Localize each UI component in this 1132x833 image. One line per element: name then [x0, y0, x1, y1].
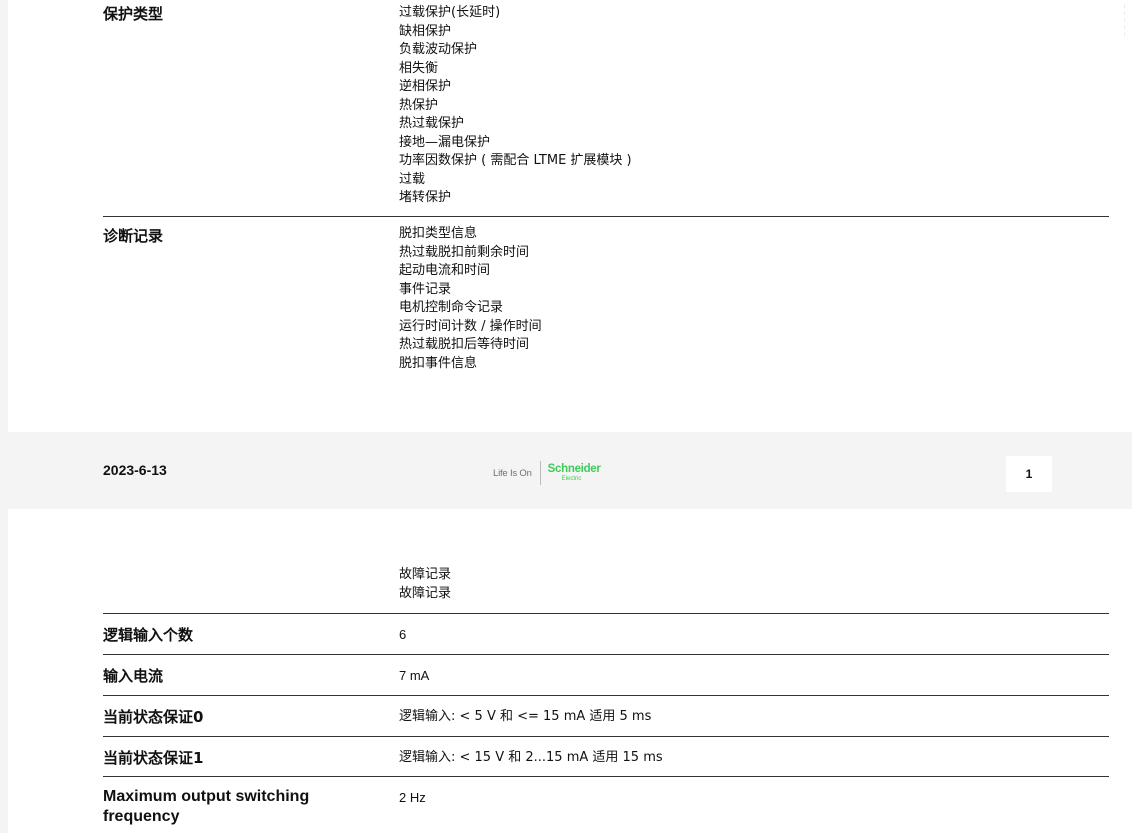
- list-item: 故障记录: [399, 567, 452, 582]
- list-item: 逆相保护: [399, 79, 452, 94]
- spec-row-fault-records-continued: 故障记录 故障记录: [103, 564, 1109, 614]
- spec-value: 7 mA: [399, 668, 430, 683]
- document-page-1: 保护类型 过载保护(长延时) 缺相保护 负载波动保护 相失衡 逆相保护 热保护 …: [8, 0, 1132, 432]
- list-item: 过载保护(长延时): [399, 5, 501, 20]
- spec-value: 逻辑输入: < 15 V 和 2...15 mA 适用 15 ms: [399, 750, 663, 765]
- spec-label: 逻辑输入个数: [103, 626, 194, 644]
- list-item: 脱扣事件信息: [399, 355, 478, 371]
- list-item: 热过载脱扣后等待时间: [399, 337, 530, 352]
- page-number: 1: [1006, 456, 1052, 492]
- spec-value-list: 脱扣类型信息 热过载脱扣前剩余时间 起动电流和时间 事件记录 电机控制命令记录 …: [399, 225, 542, 373]
- logo-brand: Schneider Electric: [548, 464, 601, 482]
- list-item: 脱扣类型信息: [399, 226, 478, 241]
- list-item: 热保护: [399, 97, 439, 113]
- spec-row-protection-types: 保护类型 过载保护(长延时) 缺相保护 负载波动保护 相失衡 逆相保护 热保护 …: [103, 0, 1109, 217]
- spec-label: 输入电流: [103, 667, 164, 685]
- list-item: 堵转保护: [399, 190, 452, 205]
- list-item: 起动电流和时间: [399, 263, 491, 278]
- spec-row: 当前状态保证0 逻辑输入: < 5 V 和 <= 15 mA 适用 5 ms: [103, 696, 1109, 737]
- logo-brand-name: Schneider: [547, 463, 601, 476]
- footer-date: 2023-6-13: [103, 462, 167, 478]
- logo-divider: [539, 461, 541, 485]
- list-item: 热过载保护: [399, 116, 465, 131]
- spec-row: 输入电流 7 mA: [103, 655, 1109, 696]
- spec-label: 保护类型: [103, 5, 164, 23]
- list-item: 事件记录: [399, 281, 452, 297]
- document-page-2: 故障记录 故障记录 逻辑输入个数 6 输入电流 7 mA 当前状态保证0 逻辑输…: [8, 509, 1132, 833]
- spec-row: 当前状态保证1 逻辑输入: < 15 V 和 2...15 mA 适用 15 m…: [103, 737, 1109, 777]
- spec-label: Maximum output switching frequency: [103, 788, 310, 825]
- list-item: 功率因数保护 ( 需配合 LTME 扩展模块 ): [399, 153, 632, 168]
- logo-brand-sub: Electric: [561, 475, 582, 482]
- list-item: 缺相保护: [399, 23, 452, 39]
- spec-value: 6: [399, 627, 407, 642]
- list-item: 过载: [399, 171, 426, 187]
- schneider-logo: Life Is On Schneider Electric: [493, 460, 601, 486]
- list-item: 相失衡: [399, 60, 439, 76]
- logo-tagline: Life Is On: [493, 467, 532, 479]
- spec-label: 当前状态保证1: [103, 749, 204, 767]
- list-item: 负载波动保护: [399, 42, 478, 57]
- spec-label: 当前状态保证0: [103, 708, 204, 726]
- spec-row: Maximum output switching frequency 2 Hz: [103, 777, 1109, 833]
- list-item: 接地—漏电保护: [399, 134, 491, 150]
- list-item: 故障记录: [399, 585, 452, 601]
- spec-value-list: 过载保护(长延时) 缺相保护 负载波动保护 相失衡 逆相保护 热保护 热过载保护…: [399, 4, 632, 208]
- spec-value: 2 Hz: [399, 790, 426, 805]
- spec-value-list: 故障记录 故障记录: [399, 566, 451, 603]
- spec-row: 逻辑输入个数 6: [103, 614, 1109, 655]
- list-item: 电机控制命令记录: [399, 300, 504, 315]
- spec-label: 诊断记录: [103, 227, 164, 245]
- list-item: 热过载脱扣前剩余时间: [399, 244, 530, 260]
- page-edge-artifact: ⁞ ⁞ ⁞ ⁞ ⁞: [1124, 4, 1126, 38]
- spec-value: 逻辑输入: < 5 V 和 <= 15 mA 适用 5 ms: [399, 709, 652, 724]
- list-item: 运行时间计数 / 操作时间: [399, 318, 542, 334]
- spec-row-diagnostic-records: 诊断记录 脱扣类型信息 热过载脱扣前剩余时间 起动电流和时间 事件记录 电机控制…: [103, 217, 1109, 377]
